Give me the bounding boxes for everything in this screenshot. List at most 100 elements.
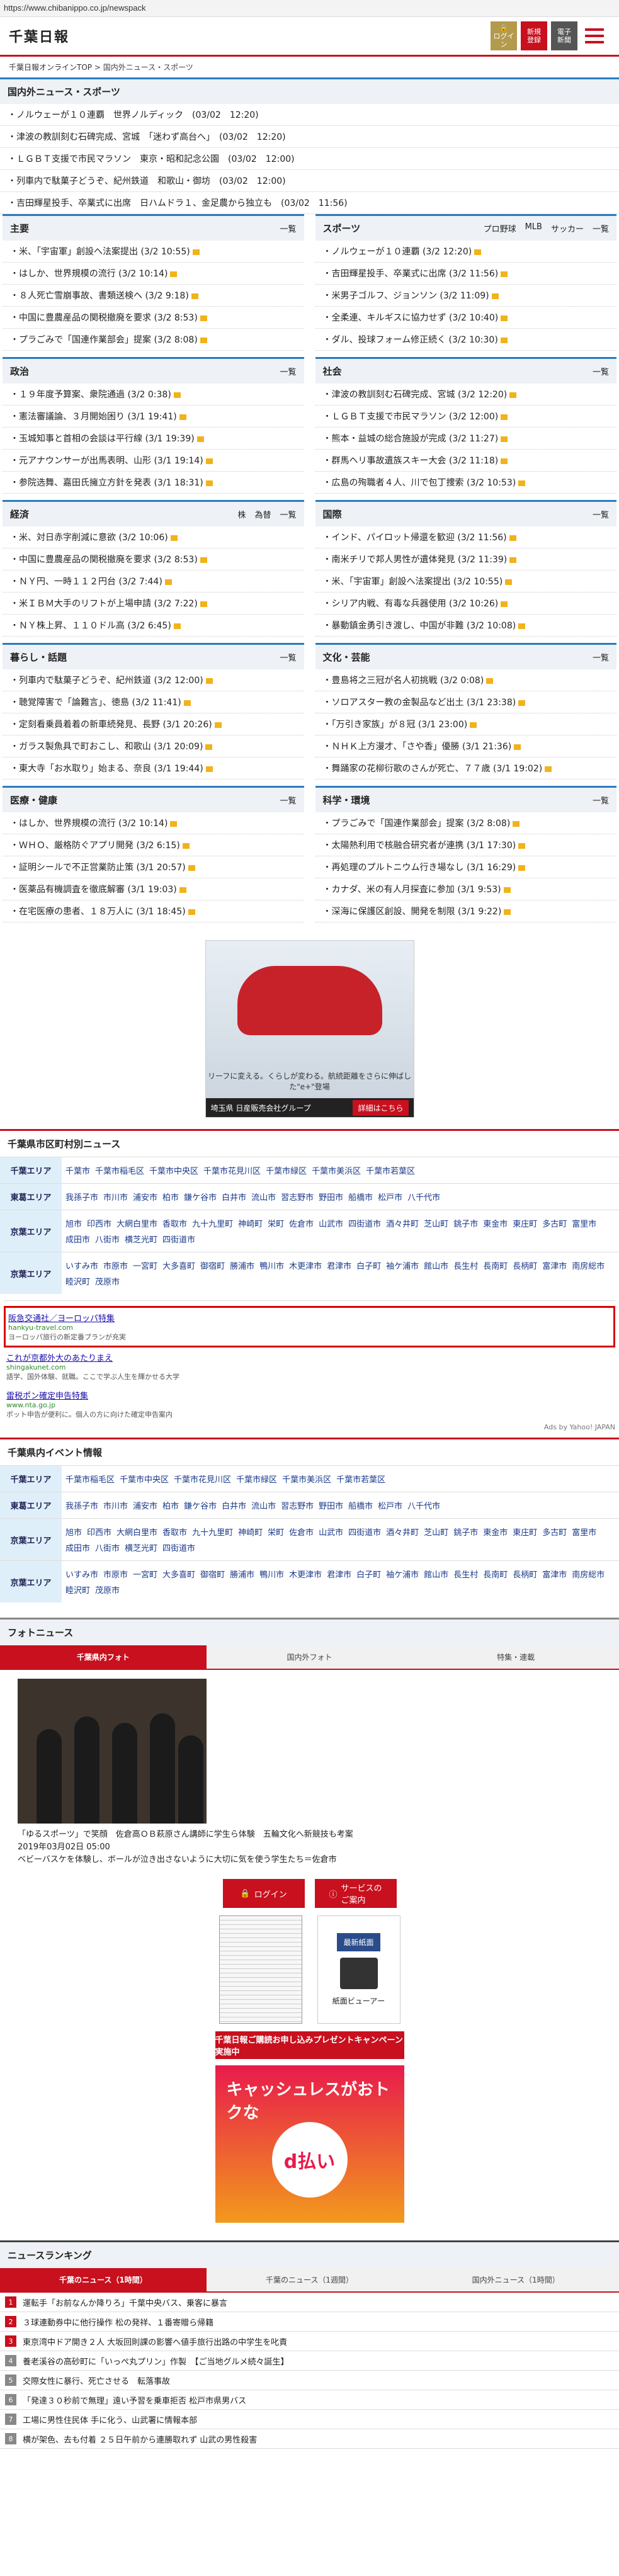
region-link[interactable]: 千葉市	[65, 1164, 90, 1176]
rank-title[interactable]: 交際女性に暴行、死亡させる 転落事故	[23, 2375, 170, 2386]
region-link[interactable]: 長生村	[453, 1568, 478, 1580]
region-link[interactable]: 栄町	[268, 1526, 284, 1538]
ad-cta-button[interactable]: 詳細はこちら	[353, 1099, 409, 1116]
list-item[interactable]: ・ノルウェーが１０連覇 世界ノルディック (03/02 12:20)	[0, 104, 619, 126]
list-item[interactable]: ・舞踊家の花柳衍歌のさんが死亡、７７歳 (3/1 19:02)	[315, 757, 616, 780]
ad-title[interactable]: 阪急交通社／ヨーロッパ特集	[8, 1312, 611, 1324]
epaper-button[interactable]: 電子 新聞	[551, 21, 577, 50]
region-link[interactable]: 九十九里町	[192, 1526, 233, 1538]
region-link[interactable]: 大網白里市	[116, 1526, 157, 1538]
region-link[interactable]: 南房総市	[572, 1259, 605, 1271]
region-link[interactable]: 長柄町	[513, 1568, 537, 1580]
list-item[interactable]: ・暴動鎮金勇引き渡し、中国が非難 (3/2 10:08)	[315, 615, 616, 637]
region-link[interactable]: 柏市	[162, 1499, 179, 1511]
list-item[interactable]: ・プラごみで「国連作業部会」提案 (3/2 8:08)	[3, 329, 304, 351]
region-link[interactable]: 東金市	[483, 1526, 508, 1538]
list-item[interactable]: ・１９年度予算案、衆院通過 (3/2 0:38)	[3, 383, 304, 406]
region-link[interactable]: 芝山町	[424, 1526, 448, 1538]
category-title[interactable]: 政治	[10, 365, 29, 378]
category-more-link[interactable]: 一覧	[280, 222, 296, 234]
list-item[interactable]: ・ソロアスター教の金製品など出土 (3/1 23:38)	[315, 691, 616, 713]
list-item[interactable]: ・カナダ、米の有人月探査に参加 (3/1 9:53)	[315, 878, 616, 900]
region-link[interactable]: 流山市	[251, 1191, 276, 1203]
region-link[interactable]: 浦安市	[133, 1191, 157, 1203]
region-link[interactable]: 流山市	[251, 1499, 276, 1511]
list-item[interactable]: ・列車内で駄菓子どうぞ、紀州鉄道 (3/2 12:00)	[3, 669, 304, 691]
category-title[interactable]: 経済	[10, 508, 29, 521]
region-link[interactable]: 千葉市花見川区	[174, 1473, 231, 1485]
region-link[interactable]: 館山市	[424, 1568, 448, 1580]
region-link[interactable]: 市原市	[103, 1568, 128, 1580]
list-item[interactable]: ・参院选舞、嘉田氏擁立方針を発表 (3/1 18:31)	[3, 472, 304, 494]
region-link[interactable]: 一宮町	[133, 1568, 157, 1580]
service-login-button[interactable]: 🔒 ログイン	[222, 1879, 305, 1908]
register-button[interactable]: 新規 登録	[521, 21, 547, 50]
service-guide-button[interactable]: ⓘ サービスの ご案内	[314, 1879, 397, 1908]
region-link[interactable]: 御宿町	[200, 1259, 225, 1271]
region-link[interactable]: 八街市	[95, 1233, 120, 1245]
region-link[interactable]: 習志野市	[281, 1191, 314, 1203]
list-item[interactable]: ・シリア内戦、有毒な兵器使用 (3/2 10:26)	[315, 593, 616, 615]
breadcrumb-home[interactable]: 千葉日報オンラインTOP	[9, 63, 92, 72]
category-sublink[interactable]: 一覧	[593, 222, 609, 234]
list-item[interactable]: ・中国に豊農産品の関税撤廃を要求 (3/2 8:53)	[3, 548, 304, 570]
ranking-tab-national-hour[interactable]: 国内外ニュース（1時間）	[412, 2268, 619, 2293]
region-link[interactable]: 八街市	[95, 1541, 120, 1553]
subscription-banner[interactable]: 千葉日報ご購読お申し込みプレゼントキャンペーン実施中	[215, 2031, 404, 2059]
region-link[interactable]: 銚子市	[453, 1217, 478, 1229]
category-more-link[interactable]: 一覧	[593, 365, 609, 377]
category-title[interactable]: スポーツ	[323, 222, 361, 235]
region-link[interactable]: 四街道市	[162, 1541, 195, 1553]
category-sublink[interactable]: MLB	[525, 222, 542, 234]
region-link[interactable]: 神崎町	[238, 1217, 263, 1229]
list-item[interactable]: ・全柔連、キルギスに協力せず (3/2 10:40)	[315, 307, 616, 329]
list-item[interactable]: ・吉田輝星投手、卒業式に出席 (3/2 11:56)	[315, 263, 616, 285]
region-link[interactable]: 印西市	[87, 1217, 111, 1229]
list-item[interactable]: ・はしか、世界規模の流行 (3/2 10:14)	[3, 812, 304, 834]
list-item[interactable]: ・米、「宇宙軍」創設へ法案提出 (3/2 10:55)	[3, 241, 304, 263]
region-link[interactable]: 我孫子市	[65, 1499, 98, 1511]
list-item[interactable]: ・南米チリで邦人男性が遺体発見 (3/2 11:39)	[315, 548, 616, 570]
list-item[interactable]: ・８人死亡雪崩事故、書類送検へ (3/2 9:18)	[3, 285, 304, 307]
list-item[interactable]: ・熊本・益城の総合施設が完成 (3/2 11:27)	[315, 428, 616, 450]
region-link[interactable]: 長南町	[483, 1568, 508, 1580]
table-row[interactable]: 4 養老溪谷の高砂町に「いっぺ丸プリン」作製 【ご当地グルメ続々誕生】	[0, 2351, 619, 2371]
region-link[interactable]: 旭市	[65, 1217, 82, 1229]
category-sublink[interactable]: 為替	[254, 508, 271, 520]
region-link[interactable]: 浦安市	[133, 1499, 157, 1511]
region-link[interactable]: 佐倉市	[289, 1526, 314, 1538]
list-item[interactable]: ・米ＩＢＭ大手のリフトが上場申請 (3/2 7:22)	[3, 593, 304, 615]
category-sublink[interactable]: 一覧	[280, 508, 296, 520]
list-item[interactable]: ・津波の教訓刻む石碑完成、宮城 「迷わず高台へ」 (03/02 12:20)	[0, 126, 619, 148]
ranking-tab-chiba-week[interactable]: 千葉のニュース（1週間）	[206, 2268, 413, 2293]
photo-headline[interactable]: 「ゆるスポーツ」で笑顔 佐倉高ＯＢ萩原さん講師に学生ら体験 五輪文化へ新競技も考…	[18, 1829, 601, 1841]
region-link[interactable]: 千葉市花見川区	[203, 1164, 261, 1176]
region-link[interactable]: 東金市	[483, 1217, 508, 1229]
region-link[interactable]: 酒々井町	[386, 1217, 419, 1229]
list-item[interactable]: ・聴覚障害で「論難言」、徳島 (3/2 11:41)	[3, 691, 304, 713]
category-more-link[interactable]: 一覧	[593, 651, 609, 663]
region-link[interactable]: 神崎町	[238, 1526, 263, 1538]
photo-tab-national[interactable]: 国内外フォト	[206, 1645, 413, 1670]
list-item[interactable]: ・医薬品有機調査を徹底解審 (3/1 19:03)	[3, 878, 304, 900]
region-link[interactable]: 香取市	[162, 1526, 187, 1538]
category-more-link[interactable]: 一覧	[280, 365, 296, 377]
region-link[interactable]: 八千代市	[407, 1191, 440, 1203]
region-link[interactable]: 千葉市中央区	[149, 1164, 198, 1176]
list-item[interactable]: ・米、「宇宙軍」創設へ法案提出 (3/2 10:55)	[315, 570, 616, 593]
category-more-link[interactable]: 一覧	[280, 651, 296, 663]
list-item[interactable]: ・憲法審議論、３月開始困り (3/1 19:41)	[3, 406, 304, 428]
list-item[interactable]: ・プラごみで「国連作業部会」提案 (3/2 8:08)	[315, 812, 616, 834]
region-link[interactable]: 館山市	[424, 1259, 448, 1271]
region-link[interactable]: 睦沢町	[65, 1275, 90, 1287]
list-item[interactable]: ・在宅医療の患者、１８万人に (3/1 18:45)	[3, 900, 304, 922]
region-link[interactable]: 東庄町	[513, 1217, 537, 1229]
rank-title[interactable]: 工場に男性住民体 手に化う、山武署に情報本部	[23, 2414, 197, 2426]
region-link[interactable]: 旭市	[65, 1526, 82, 1538]
category-more-link[interactable]: 一覧	[280, 794, 296, 806]
list-item[interactable]: ・吉田輝星投手、卒業式に出席 日ハムドラ１、金足農から独立も (03/02 11…	[0, 192, 619, 214]
rank-title[interactable]: 「発達３０秒前で無理」遠い予習を乗車拒否 松戸市県男バス	[23, 2394, 246, 2406]
region-link[interactable]: 富津市	[542, 1568, 567, 1580]
category-more-link[interactable]: 一覧	[593, 508, 609, 520]
ad-item[interactable]: これが京都外大のあたりまえ shingakunet.com 語学、国外体験、就職。こ…	[4, 1348, 615, 1385]
